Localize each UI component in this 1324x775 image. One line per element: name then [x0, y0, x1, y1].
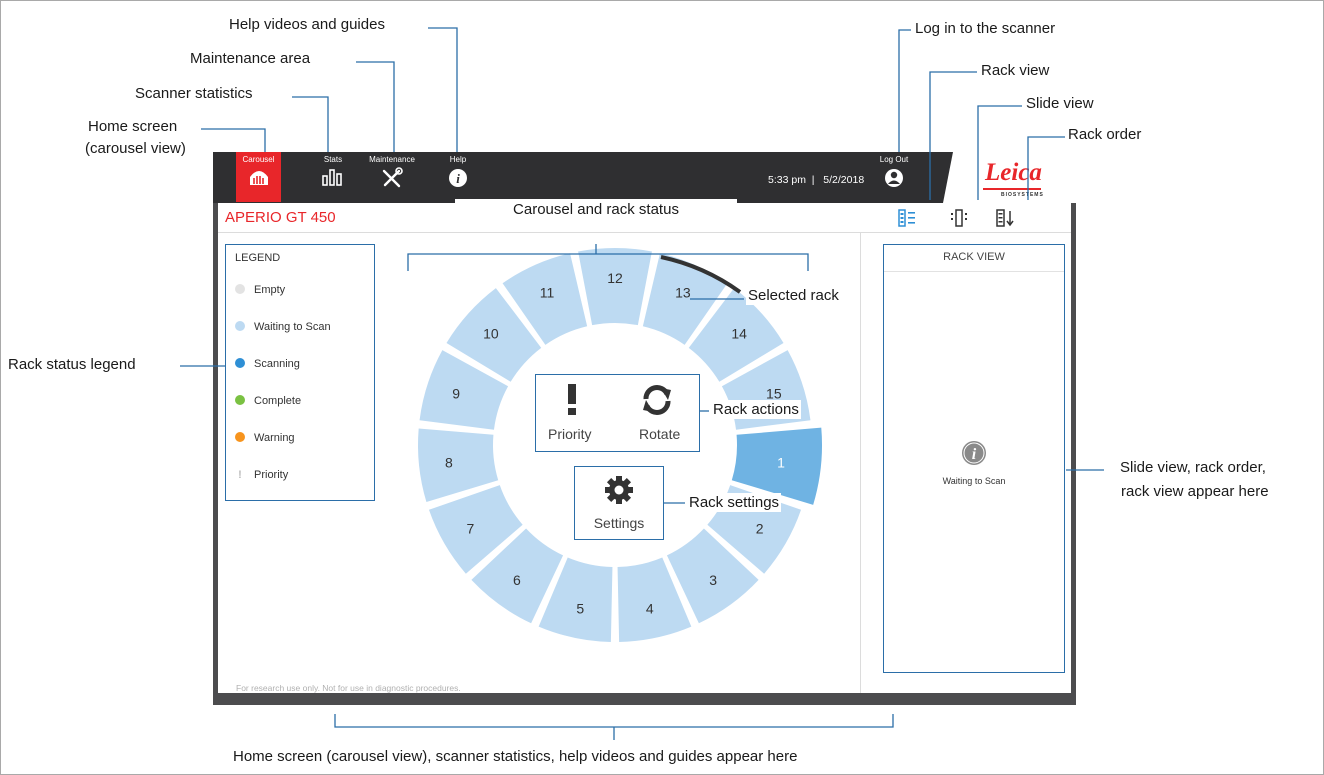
callout-rack-actions: Rack actions — [711, 400, 801, 419]
rack-label-2: 2 — [756, 521, 764, 537]
callout-legend: Rack status legend — [8, 356, 136, 373]
gear-icon — [604, 475, 634, 510]
callout-help: Help videos and guides — [229, 16, 385, 33]
rack-label-14: 14 — [731, 325, 747, 341]
callout-right-line2: rack view appear here — [1121, 483, 1269, 500]
rotate-icon — [640, 385, 674, 420]
rack-label-5: 5 — [576, 600, 584, 616]
rack-label-10: 10 — [483, 325, 499, 341]
callout-maintenance: Maintenance area — [190, 50, 311, 67]
rack-label-15: 15 — [766, 385, 782, 401]
callout-rack-order: Rack order — [1068, 126, 1142, 143]
leader-line — [1027, 136, 1065, 200]
callout-right-line1: Slide view, rack order, — [1120, 459, 1266, 476]
leader-line — [201, 128, 266, 152]
rack-label-13: 13 — [675, 284, 691, 300]
callout-selected-rack: Selected rack — [746, 286, 841, 305]
rack-label-3: 3 — [709, 572, 717, 588]
rack-label-12: 12 — [607, 270, 623, 286]
rack-label-7: 7 — [466, 521, 474, 537]
rotate-button-label[interactable]: Rotate — [639, 426, 680, 442]
rack-label-6: 6 — [513, 572, 521, 588]
settings-button-label[interactable]: Settings — [575, 515, 663, 531]
callout-rack-settings: Rack settings — [687, 493, 782, 512]
leader-line — [334, 714, 894, 728]
rack-label-9: 9 — [452, 385, 460, 401]
leader-line — [428, 27, 458, 152]
rack-segment-12[interactable] — [578, 248, 652, 326]
leader-line — [977, 105, 1022, 200]
leader-line — [929, 71, 977, 200]
leader-line — [356, 61, 395, 152]
callout-login: Log in to the scanner — [915, 20, 1056, 37]
rack-label-8: 8 — [445, 454, 453, 470]
callout-home-line1: Home screen — [88, 118, 178, 135]
leader-line — [898, 29, 911, 152]
leader-line — [292, 96, 329, 152]
rack-label-4: 4 — [646, 600, 654, 616]
callout-bottom: Home screen (carousel view), scanner sta… — [233, 748, 798, 765]
callout-home-line2: (carousel view) — [85, 140, 186, 157]
rack-settings-box: Settings — [574, 466, 664, 540]
exclamation-icon — [565, 384, 579, 421]
rack-label-11: 11 — [540, 284, 555, 300]
priority-button-label[interactable]: Priority — [548, 426, 592, 442]
rack-actions-box: Priority Rotate — [535, 374, 700, 452]
callout-carousel-status: Carousel and rack status — [455, 199, 737, 227]
rack-label-1: 1 — [777, 454, 785, 470]
callout-slide-view: Slide view — [1026, 95, 1094, 112]
callout-rack-view: Rack view — [981, 62, 1050, 79]
callout-stats: Scanner statistics — [135, 85, 253, 102]
